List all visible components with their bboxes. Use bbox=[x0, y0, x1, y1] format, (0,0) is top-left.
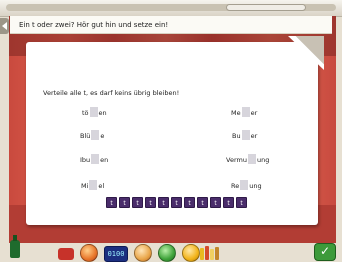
letter-gap[interactable] bbox=[89, 107, 98, 117]
word-item: Bu er bbox=[232, 130, 258, 141]
word-part-before: Bu bbox=[232, 132, 241, 140]
word-part-after: er bbox=[250, 109, 258, 117]
word-part-before: Me bbox=[231, 109, 241, 117]
letter-tiles: t t t t t t t t t t t bbox=[106, 197, 247, 208]
word-part-before: Vermu bbox=[226, 156, 247, 164]
exercise-subheading: Verteile alle t, es darf keins übrig ble… bbox=[43, 89, 180, 97]
letter-gap[interactable] bbox=[91, 154, 100, 164]
top-bar bbox=[0, 0, 342, 17]
word-item: Blü e bbox=[80, 130, 105, 141]
ring-icon[interactable] bbox=[134, 244, 152, 262]
letter-tile[interactable]: t bbox=[119, 197, 130, 208]
letter-gap[interactable] bbox=[89, 180, 98, 190]
letter-gap[interactable] bbox=[247, 154, 256, 164]
word-part-before: Blü bbox=[80, 132, 91, 140]
word-part-after: en bbox=[98, 109, 107, 117]
paper-curl bbox=[288, 36, 324, 70]
checkmark-icon[interactable]: ✓ bbox=[314, 243, 336, 261]
letter-tile[interactable]: t bbox=[158, 197, 169, 208]
orange-ball-icon[interactable] bbox=[80, 244, 98, 262]
word-part-after: en bbox=[100, 156, 109, 164]
letter-tile[interactable]: t bbox=[106, 197, 117, 208]
word-part-before: tö bbox=[82, 109, 89, 117]
books-icon[interactable] bbox=[200, 246, 222, 260]
word-part-after: ung bbox=[256, 156, 270, 164]
word-item: Me er bbox=[231, 107, 258, 118]
letter-gap[interactable] bbox=[241, 130, 250, 140]
word-part-after: er bbox=[250, 132, 258, 140]
word-item: Mi el bbox=[81, 180, 105, 191]
word-part-after: ung bbox=[249, 182, 262, 190]
word-part-before: Ibu bbox=[80, 156, 91, 164]
word-part-after: el bbox=[98, 182, 105, 190]
letter-tile[interactable]: t bbox=[171, 197, 182, 208]
letter-tile[interactable]: t bbox=[223, 197, 234, 208]
scroll-thumb[interactable] bbox=[226, 4, 306, 11]
top-scrollbar[interactable] bbox=[6, 4, 336, 11]
letter-tile[interactable]: t bbox=[184, 197, 195, 208]
yellow-ball-icon[interactable] bbox=[182, 244, 200, 262]
letter-gap[interactable] bbox=[240, 180, 249, 190]
green-ball-icon[interactable] bbox=[158, 244, 176, 262]
letter-gap[interactable] bbox=[241, 107, 250, 117]
word-item: Vermu ung bbox=[226, 154, 270, 165]
letter-tile[interactable]: t bbox=[236, 197, 247, 208]
word-item: Ibu en bbox=[80, 154, 109, 165]
clock-icon[interactable]: 0100 bbox=[104, 246, 128, 262]
exercise-paper: Verteile alle t, es darf keins übrig ble… bbox=[26, 36, 324, 225]
letter-tile[interactable]: t bbox=[197, 197, 208, 208]
letter-tile[interactable]: t bbox=[145, 197, 156, 208]
word-part-before: Mi bbox=[81, 182, 89, 190]
back-button[interactable] bbox=[0, 18, 9, 34]
letter-tile[interactable]: t bbox=[132, 197, 143, 208]
word-part-before: Re bbox=[231, 182, 240, 190]
back-arrow-icon bbox=[2, 22, 7, 30]
word-item: Re ung bbox=[231, 180, 262, 191]
puzzle-icon[interactable] bbox=[58, 248, 74, 260]
bottle-icon[interactable] bbox=[10, 235, 20, 258]
letter-gap[interactable] bbox=[91, 130, 100, 140]
instruction-banner: Ein t oder zwei? Hör gut hin und setze e… bbox=[10, 16, 332, 34]
letter-tile[interactable]: t bbox=[210, 197, 221, 208]
word-item: tö en bbox=[82, 107, 107, 118]
word-part-after: e bbox=[100, 132, 105, 140]
